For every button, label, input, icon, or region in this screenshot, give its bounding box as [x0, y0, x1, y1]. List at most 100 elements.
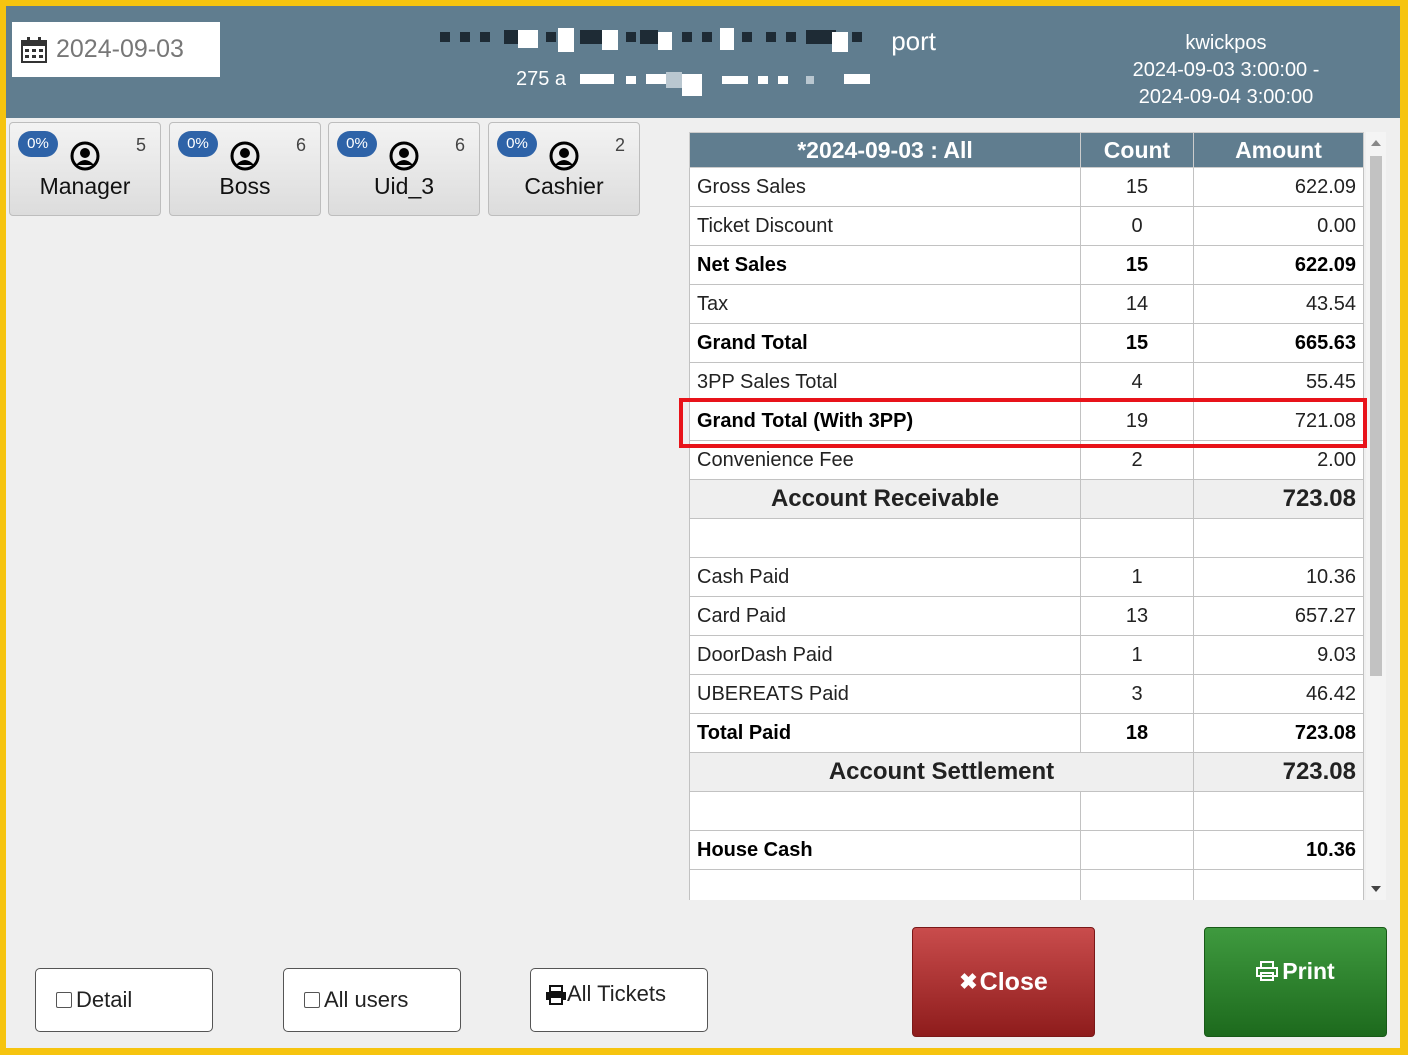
- user-card-boss[interactable]: 0% 6 Boss: [169, 122, 321, 216]
- table-row-spacer: [689, 518, 1364, 558]
- table-row-spacer: [689, 869, 1364, 900]
- report-subtitle-partial: 275 a: [516, 68, 567, 90]
- detail-label: Detail: [76, 987, 133, 1012]
- row-amount: 665.63: [1193, 323, 1364, 363]
- row-amount: 2.00: [1193, 440, 1364, 480]
- row-amount: 55.45: [1193, 362, 1364, 402]
- checkbox-icon[interactable]: [56, 992, 72, 1008]
- user-name: Uid_3: [373, 173, 435, 199]
- row-count: 15: [1080, 167, 1194, 207]
- all-users-checkbox-button[interactable]: All users: [283, 968, 461, 1032]
- row-label: Total Paid: [689, 713, 1081, 753]
- username: kwickpos: [1185, 32, 1267, 54]
- close-icon: ✖: [959, 969, 978, 994]
- print-button[interactable]: Print: [1204, 927, 1387, 1037]
- row-amount: 657.27: [1193, 596, 1364, 636]
- section-amount: 723.08: [1193, 479, 1364, 519]
- row-count: 15: [1080, 323, 1194, 363]
- percent-badge: 0%: [497, 131, 537, 157]
- user-card-cashier[interactable]: 0% 2 Cashier: [488, 122, 640, 216]
- scroll-thumb[interactable]: [1370, 156, 1382, 676]
- row-count: [1080, 479, 1194, 519]
- row-label: Card Paid: [689, 596, 1081, 636]
- printer-icon: [546, 985, 566, 1005]
- row-amount: 43.54: [1193, 284, 1364, 324]
- row-label: 3PP Sales Total: [689, 362, 1081, 402]
- checkbox-icon[interactable]: [304, 992, 320, 1008]
- percent-badge: 0%: [337, 131, 377, 157]
- calendar-icon: [21, 36, 47, 63]
- report-window: 2024-09-03 port 275 a kwickpos 2024-09-0…: [6, 6, 1400, 1048]
- table-row: Total Paid 18 723.08: [689, 713, 1364, 753]
- range-start: 2024-09-03 3:00:00 -: [1132, 59, 1320, 81]
- column-header-amount: Amount: [1193, 132, 1364, 168]
- column-header-period: *2024-09-03 : All: [689, 132, 1081, 168]
- row-amount: 0.00: [1193, 206, 1364, 246]
- table-row: Card Paid 13 657.27: [689, 596, 1364, 636]
- date-picker[interactable]: 2024-09-03: [12, 22, 220, 77]
- section-amount: 723.08: [1193, 752, 1364, 792]
- row-label: Grand Total: [689, 323, 1081, 363]
- row-label: DoorDash Paid: [689, 635, 1081, 675]
- row-label: Gross Sales: [689, 167, 1081, 207]
- table-row-grand-total-3pp: Grand Total (With 3PP) 19 721.08: [689, 401, 1364, 441]
- user-card-manager[interactable]: 0% 5 Manager: [9, 122, 161, 216]
- section-label: Account Settlement: [689, 752, 1194, 792]
- user-circle-icon: [230, 141, 260, 171]
- row-amount: 9.03: [1193, 635, 1364, 675]
- row-label: Tax: [689, 284, 1081, 324]
- table-row: DoorDash Paid 1 9.03: [689, 635, 1364, 675]
- report-table: *2024-09-03 : All Count Amount Gross Sal…: [689, 132, 1364, 900]
- row-label: Grand Total (With 3PP): [689, 401, 1081, 441]
- user-name: Cashier: [524, 173, 604, 199]
- column-header-count: Count: [1080, 132, 1194, 168]
- all-tickets-label: All Tickets: [567, 981, 667, 1006]
- all-tickets-button[interactable]: All Tickets: [530, 968, 708, 1032]
- row-label: Net Sales: [689, 245, 1081, 285]
- row-amount: 46.42: [1193, 674, 1364, 714]
- user-ticket-count: 6: [295, 135, 306, 155]
- report-table-panel: *2024-09-03 : All Count Amount Gross Sal…: [689, 132, 1379, 900]
- report-header: 2024-09-03 port 275 a kwickpos 2024-09-0…: [6, 6, 1400, 118]
- user-name: Manager: [39, 173, 131, 199]
- detail-checkbox-button[interactable]: Detail: [35, 968, 213, 1032]
- row-label: Convenience Fee: [689, 440, 1081, 480]
- table-row: 3PP Sales Total 4 55.45: [689, 362, 1364, 402]
- close-button[interactable]: ✖ Close: [912, 927, 1095, 1037]
- table-row: UBEREATS Paid 3 46.42: [689, 674, 1364, 714]
- user-circle-icon: [70, 141, 100, 171]
- scroll-up-arrow-icon[interactable]: [1371, 140, 1381, 146]
- row-amount: 622.09: [1193, 245, 1364, 285]
- row-label: House Cash: [689, 830, 1081, 870]
- row-count: 3: [1080, 674, 1194, 714]
- report-subtitle: 275 a: [516, 68, 896, 94]
- percent-badge: 0%: [18, 131, 58, 157]
- all-users-label: All users: [324, 987, 409, 1012]
- user-circle-icon: [389, 141, 419, 171]
- scroll-down-arrow-icon[interactable]: [1371, 886, 1381, 892]
- table-row: House Cash 10.36: [689, 830, 1364, 870]
- row-count: 13: [1080, 596, 1194, 636]
- table-row: Net Sales 15 622.09: [689, 245, 1364, 285]
- row-count: 2: [1080, 440, 1194, 480]
- user-ticket-count: 5: [135, 135, 146, 155]
- row-amount: 723.08: [1193, 713, 1364, 753]
- row-count: 4: [1080, 362, 1194, 402]
- row-count: 15: [1080, 245, 1194, 285]
- table-row: Convenience Fee 2 2.00: [689, 440, 1364, 480]
- user-card-uid3[interactable]: 0% 6 Uid_3: [328, 122, 480, 216]
- table-header-row: *2024-09-03 : All Count Amount: [689, 132, 1364, 168]
- user-name: Boss: [219, 173, 271, 199]
- row-count: 0: [1080, 206, 1194, 246]
- user-ticket-count: 2: [614, 135, 625, 155]
- printer-icon: [1256, 961, 1279, 981]
- date-value: 2024-09-03: [56, 35, 184, 63]
- row-count: 19: [1080, 401, 1194, 441]
- table-row-section: Account Settlement 723.08: [689, 752, 1364, 792]
- row-amount: 10.36: [1193, 830, 1364, 870]
- session-info: kwickpos 2024-09-03 3:00:00 - 2024-09-04…: [1106, 30, 1346, 111]
- row-label: Ticket Discount: [689, 206, 1081, 246]
- report-scrollbar[interactable]: [1366, 132, 1386, 900]
- range-end: 2024-09-04 3:00:00: [1138, 86, 1314, 108]
- row-count: 14: [1080, 284, 1194, 324]
